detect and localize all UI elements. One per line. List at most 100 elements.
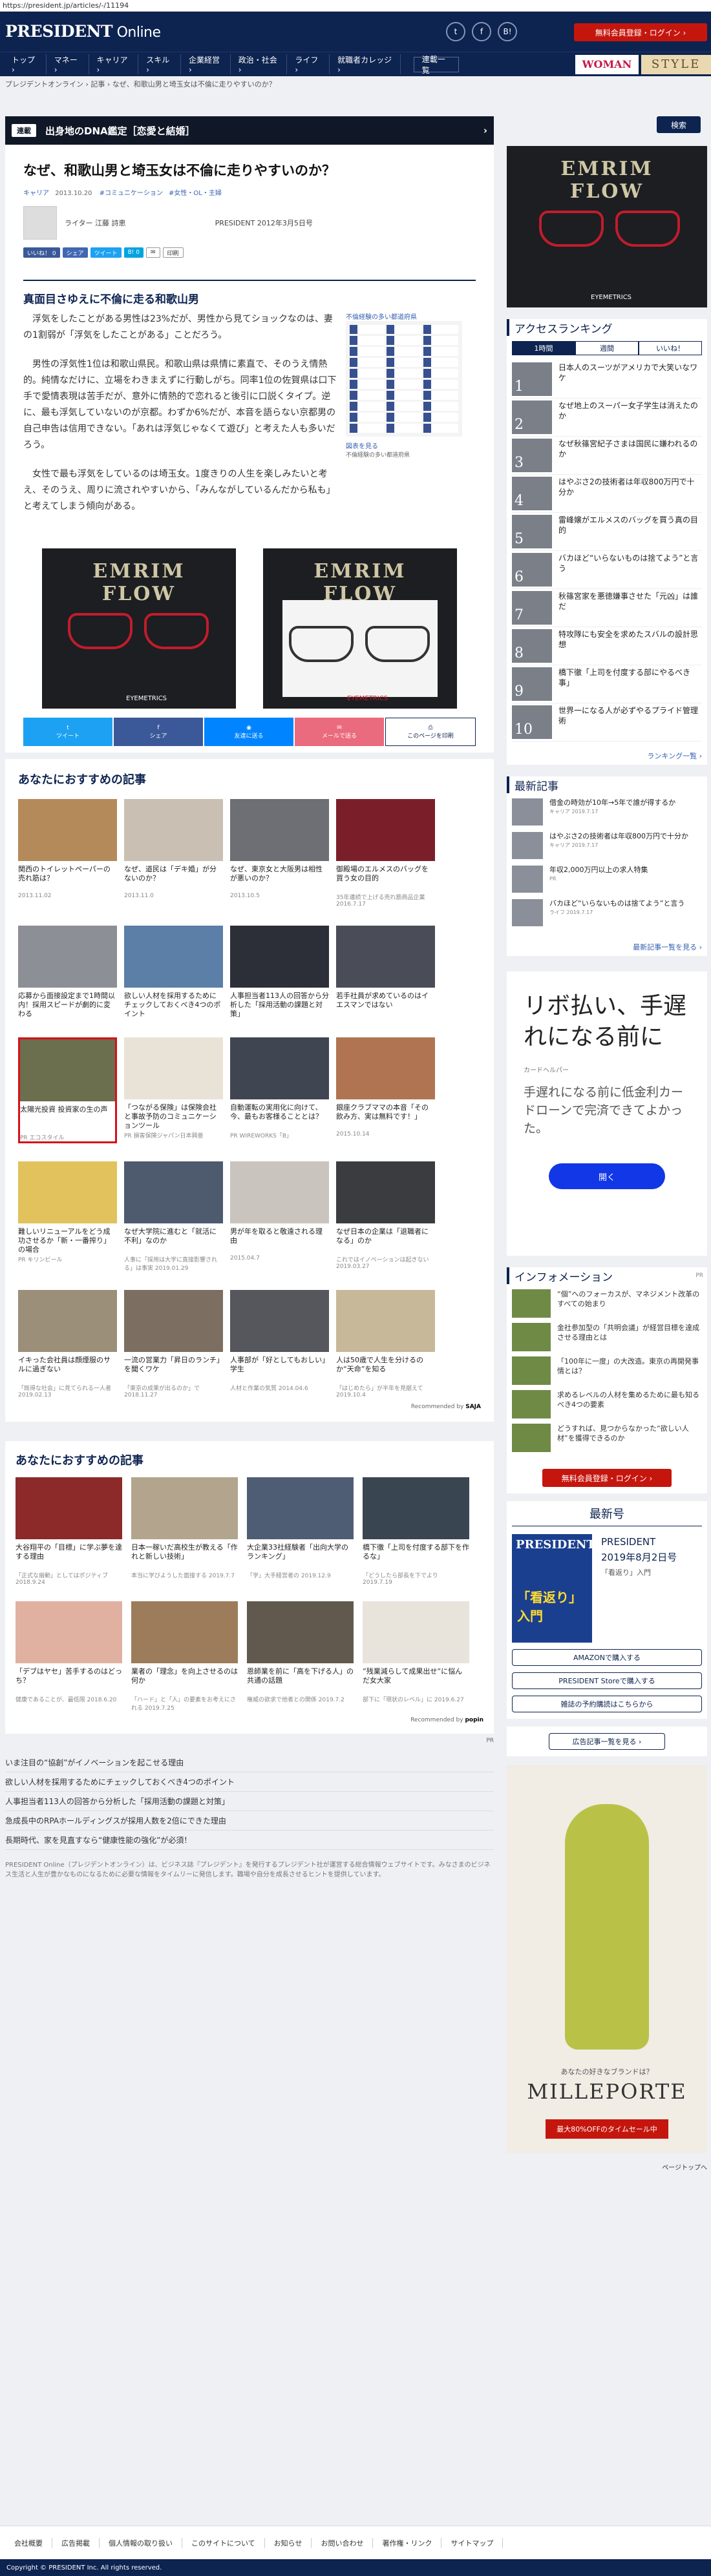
- recommended-card[interactable]: 人は50歳で人生を分けるのか“天命”を知る 「はじめたら」が半年を見据えて 201…: [336, 1290, 435, 1398]
- mail-share-button[interactable]: ✉ メールで送る: [295, 718, 384, 746]
- info-item[interactable]: 「100年に一度」の大改造。東京の再開発事情とは？: [512, 1356, 702, 1390]
- recommended-card[interactable]: 大企業33社経験者「出向大学のランキング」 「学」大手経営者の 2019.12.9: [247, 1477, 354, 1586]
- pr-link[interactable]: 欲しい人材を採用するためにチェックしておくべき4つのポイント: [5, 1772, 494, 1792]
- ranking-item[interactable]: 10 世界一になる人が必ずやるプライド管理術: [512, 703, 702, 742]
- nav-money[interactable]: マネー ›: [47, 54, 89, 74]
- subscribe-button[interactable]: 雑誌の予約購読はこちらから: [512, 1696, 702, 1712]
- ranking-item[interactable]: 4 はやぶさ2の技術者は年収800万円で十分か: [512, 475, 702, 513]
- recommended-card[interactable]: 太陽光投資 投資家の生の声 PR エコスタイル: [18, 1037, 117, 1143]
- fb-share-button[interactable]: シェア: [62, 247, 88, 258]
- twitter-icon[interactable]: t: [446, 22, 465, 41]
- topic-tag[interactable]: #コミュニケーション: [100, 190, 163, 197]
- tab-weekly[interactable]: 週間: [575, 341, 639, 355]
- ranking-item[interactable]: 2 なぜ地上のスーパー女子学生は消えたのか: [512, 399, 702, 437]
- ad-open-button[interactable]: 開く: [549, 1163, 665, 1189]
- glasses-ad[interactable]: EMRIM FLOW EYEMETRICS: [263, 548, 457, 709]
- footer-link[interactable]: このサイトについて: [182, 2537, 265, 2548]
- recommended-card[interactable]: 銀座クラブママの本音「その飲み方、実は無料です！」 2015.10.14: [336, 1037, 435, 1143]
- latest-item[interactable]: 借金の時効が10年→5年で誰が得するか キャリア 2019.7.17: [512, 798, 702, 832]
- ranking-item[interactable]: 5 雷峰嬢がエルメスのバッグを買う真の目的: [512, 513, 702, 551]
- recommended-card[interactable]: なぜ日本の企業は「退職者になる」のか これではイノベーションは起きない 2019.…: [336, 1161, 435, 1272]
- recommended-card[interactable]: 一流の営業力「昇日のランチ」を聞くワケ 「東京の成果が出るのか」で 2018.11…: [124, 1290, 223, 1398]
- fashion-ad[interactable]: あなたの好きなブランドは？ MILLEPORTE 最大80%OFFのタイムセール…: [507, 1765, 707, 2153]
- ranking-item[interactable]: 6 バカほど“いらないものは捨てよう”と言う: [512, 551, 702, 589]
- latest-item[interactable]: バカほど“いらないものは捨てよう”と言う ライフ 2019.7.17: [512, 899, 702, 933]
- footer-link[interactable]: お問い合わせ: [312, 2537, 374, 2548]
- recommended-card[interactable]: 若手社員が求めているのはイエスマンではない: [336, 926, 435, 1019]
- tweet-button[interactable]: ツイート: [90, 247, 122, 258]
- ranking-item[interactable]: 7 秋篠宮家を悪徳嫌事させた「元凶」は誰だ: [512, 589, 702, 627]
- recommended-card[interactable]: 欲しい人材を採用するためにチェックしておくべき4つのポイント: [124, 926, 223, 1019]
- messenger-share-button[interactable]: ◉ 友達に送る: [204, 718, 293, 746]
- info-item[interactable]: 求めるレベルの人材を集めるために最も知るべき4つの要素: [512, 1390, 702, 1424]
- figure-link[interactable]: 図表を見る: [346, 441, 462, 450]
- nav-college[interactable]: 就職者カレッジ ›: [330, 54, 401, 74]
- pr-link[interactable]: 人事担当者113人の回答から分析した「採用活動の課題と対策」: [5, 1792, 494, 1811]
- recommended-card[interactable]: 日本一稼いだ高校生が教える「作れと新しい技術」 本当に学びようした面接する 201…: [131, 1477, 238, 1586]
- footer-link[interactable]: お知らせ: [265, 2537, 312, 2548]
- recommended-card[interactable]: 人事部が「好としてもおしい」学生 人材と作業の気質 2014.04.6: [230, 1290, 329, 1398]
- info-item[interactable]: “個”へのフォーカスが、マネジメント改革のすべての始まり: [512, 1289, 702, 1323]
- info-item[interactable]: どうすれば、見つからなかった“欲しい人材”を獲得できるのか: [512, 1424, 702, 1457]
- latest-item[interactable]: 年収2,000万円以上の求人特集 PR: [512, 866, 702, 899]
- recommended-card[interactable]: なぜ、東京女と大阪男は相性が悪いのか？ 2013.10.5: [230, 799, 329, 908]
- footer-link[interactable]: 著作権・リンク: [373, 2537, 442, 2548]
- hatena-bookmark-button[interactable]: B! 0: [123, 247, 143, 258]
- woman-brand-link[interactable]: WOMAN: [575, 54, 639, 74]
- loan-ad[interactable]: リボ払い、手遅れになる前に カードヘルパー 手遅れになる前に低金利カードローンで…: [507, 971, 707, 1256]
- twitter-share-button[interactable]: t ツイート: [23, 718, 112, 746]
- glasses-ad[interactable]: EMRIM FLOW EYEMETRICS: [42, 548, 236, 709]
- nav-life[interactable]: ライフ ›: [287, 54, 330, 74]
- site-logo[interactable]: PRESIDENT Online: [5, 22, 161, 41]
- ranking-item[interactable]: 8 特攻隊にも安全を求めたスバルの設計思想: [512, 627, 702, 665]
- nav-management[interactable]: 企業経営 ›: [181, 54, 231, 74]
- recommended-card[interactable]: 応募から面接設定まで1時間以内！採用スピードが劇的に変わる: [18, 926, 117, 1019]
- facebook-icon[interactable]: f: [472, 22, 491, 41]
- recommended-card[interactable]: ”残業減らして成果出せ”に悩んだ女大家 部下に「現状のレベル」に 2019.6.2…: [363, 1601, 469, 1712]
- nav-skill[interactable]: スキル ›: [138, 54, 181, 74]
- recommended-card[interactable]: 難しいリニューアルをどう成功させるか「新・一番搾り」の場合 PR キリンビール: [18, 1161, 117, 1272]
- ranking-item[interactable]: 9 橋下徹「上司を付度する部にやるべき事」: [512, 665, 702, 703]
- recommended-card[interactable]: 業者の「理念」を向上させるのは何か 「ハード」と「人」の要素をお考えにされる 20…: [131, 1601, 238, 1712]
- tab-likes[interactable]: いいね！: [639, 341, 702, 355]
- store-buy-button[interactable]: PRESIDENT Storeで購入する: [512, 1672, 702, 1689]
- latest-item[interactable]: はやぶさ2の技術者は年収800万円で十分か キャリア 2019.7.17: [512, 832, 702, 866]
- footer-link[interactable]: 会社概要: [5, 2537, 52, 2548]
- recommended-card[interactable]: 大谷翔平の「目標」に学ぶ夢を達する理由 「正式な扇動」としてはポジティブ 2018…: [16, 1477, 122, 1586]
- ad-sale-button[interactable]: 最大80%OFFのタイムセール中: [546, 2119, 668, 2139]
- pr-link[interactable]: 急成長中のRPAホールディングスが採用人数を2倍にできた理由: [5, 1811, 494, 1831]
- topic-tag[interactable]: #女性・OL・主婦: [169, 190, 222, 197]
- magazine[interactable]: PRESIDENT 「看返り」入門 PRESIDENT 2019年8月2日号 「…: [512, 1534, 702, 1643]
- footer-link[interactable]: 個人情報の取り扱い: [100, 2537, 182, 2548]
- recommended-card[interactable]: なぜ大学院に進むと「就活に不利」なのか 人事に「採用は大学に直接影響される」は事実…: [124, 1161, 223, 1272]
- recommended-card[interactable]: 男が年を取ると敬遠される理由 2015.04.7: [230, 1161, 329, 1272]
- author-name[interactable]: ライター 江藤 詩恵: [65, 218, 126, 228]
- recommended-card[interactable]: 自動運転の実用化に向けて、今、最もお客様ることとは？ PR WIREWORKS「B…: [230, 1037, 329, 1143]
- recommended-card[interactable]: 恩師業を前に「高を下げる人」の共通の話題 権威の欲求で他者との関係 2019.7.…: [247, 1601, 354, 1712]
- nav-series[interactable]: 連載一覧: [413, 55, 459, 75]
- pr-link[interactable]: いま注目の“協創”がイノベーションを起こせる理由: [5, 1753, 494, 1772]
- style-brand-link[interactable]: STYLE: [641, 54, 711, 74]
- recommended-card[interactable]: 「デブはヤセ」苦手するのはどっち？ 健康であることが、最低限 2018.6.20: [16, 1601, 122, 1712]
- tab-hourly[interactable]: 1時間: [512, 341, 575, 355]
- pr-link[interactable]: 長期時代、家を見直すなら“健康性能の強化”が必須！: [5, 1831, 494, 1850]
- ranking-item[interactable]: 3 なぜ秋篠宮紀子さまは国民に嫌われるのか: [512, 437, 702, 475]
- ad-list-button[interactable]: 広告記事一覧を見る ›: [549, 1733, 665, 1750]
- recommended-card[interactable]: 関西のトイレットペーパーの売れ筋は？ 2013.11.02: [18, 799, 117, 908]
- nav-top[interactable]: トップ ›: [4, 54, 47, 74]
- footer-link[interactable]: サイトマップ: [441, 2537, 504, 2548]
- search-button[interactable]: 検索: [657, 116, 701, 133]
- hatena-icon[interactable]: B!: [498, 22, 517, 41]
- like-button[interactable]: いいね！ 0: [23, 247, 60, 258]
- recommended-card[interactable]: 人事担当者113人の回答から分析した「採用活動の課題と対策」: [230, 926, 329, 1019]
- page-top-link[interactable]: ページトップへ: [507, 2162, 707, 2172]
- ranking-item[interactable]: 1 日本人のスーツがアメリカで大笑いなワケ: [512, 360, 702, 399]
- category-tag[interactable]: キャリア: [23, 190, 49, 197]
- recommended-card[interactable]: イキった会社員は顔煙服のサルに過ぎない 「既得な社会」に見てられる一人者 2019…: [18, 1290, 117, 1398]
- ranking-more-link[interactable]: ランキング一覧 ›: [507, 747, 707, 765]
- nav-career[interactable]: キャリア ›: [89, 54, 139, 74]
- figure[interactable]: 不倫経験の多い都道府県 図表を見る 不倫経験の多い都道府県: [337, 311, 462, 528]
- latest-more-link[interactable]: 最新記事一覧を見る ›: [507, 938, 707, 956]
- series-header[interactable]: 連載 出身地のDNA鑑定［恋愛と結婚］ ›: [5, 116, 494, 145]
- facebook-share-button[interactable]: f シェア: [114, 718, 203, 746]
